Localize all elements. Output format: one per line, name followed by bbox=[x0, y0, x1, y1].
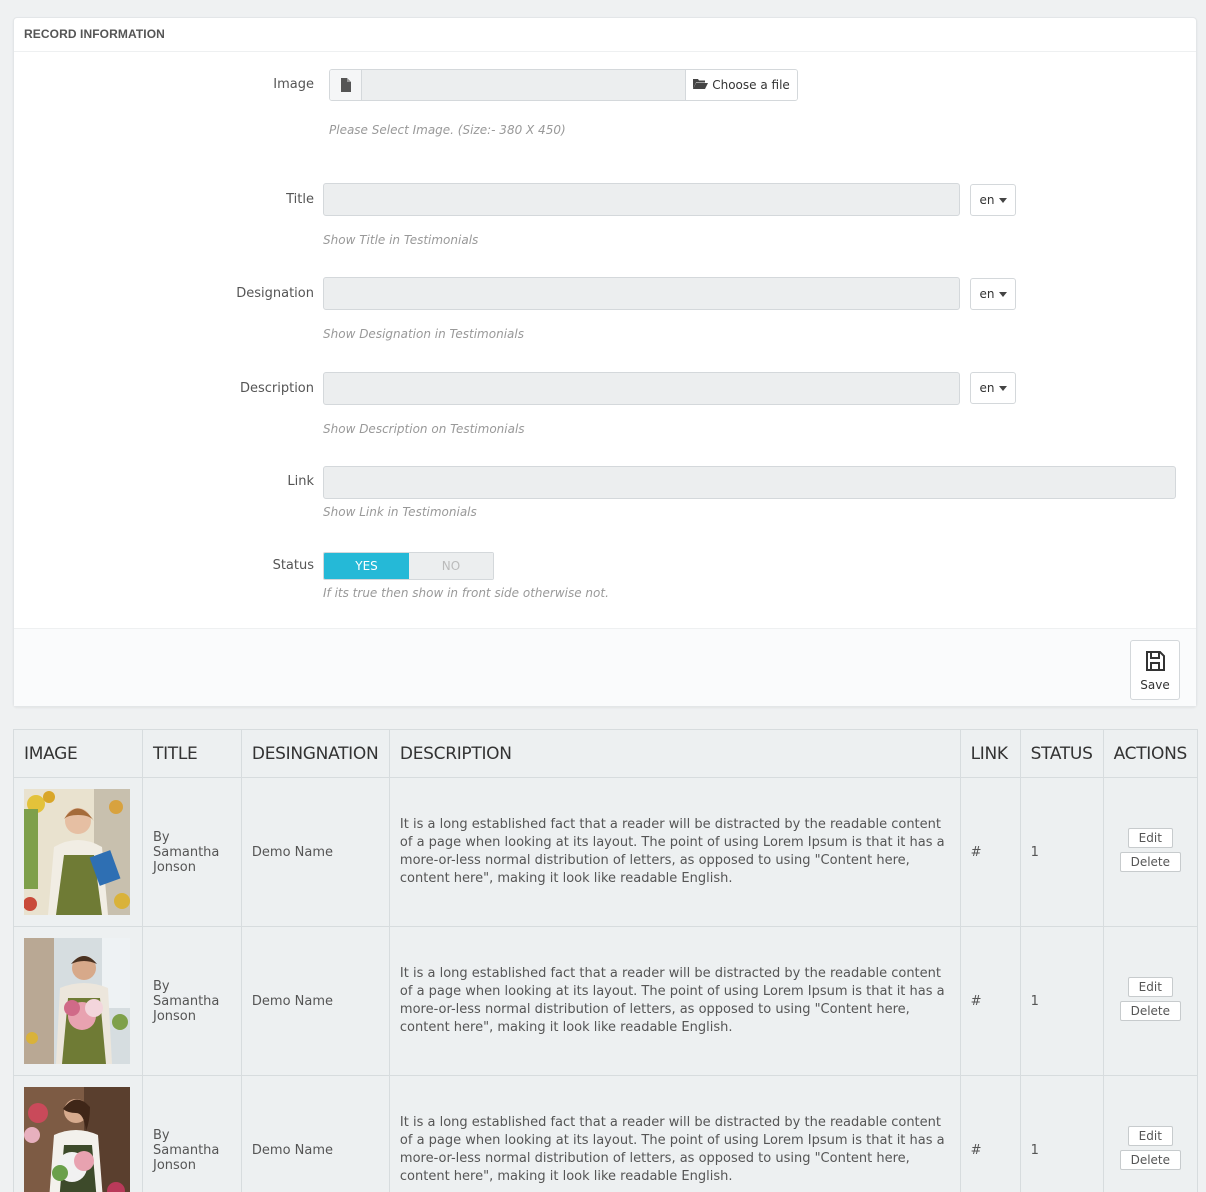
image-cell bbox=[13, 1075, 143, 1192]
caret-down-icon bbox=[998, 385, 1007, 391]
link-input[interactable] bbox=[323, 466, 1176, 499]
status-cell: 1 bbox=[1019, 926, 1104, 1076]
link-cell: # bbox=[959, 1075, 1021, 1192]
testimonial-photo bbox=[24, 1087, 130, 1192]
description-label: Description bbox=[239, 381, 314, 396]
title-lang-label: en bbox=[979, 193, 995, 207]
status-label: Status bbox=[272, 558, 314, 573]
status-help: If its true then show in front side othe… bbox=[323, 586, 609, 600]
status-no-option[interactable]: NO bbox=[409, 553, 493, 579]
designation-label: Designation bbox=[236, 286, 314, 301]
link-label: Link bbox=[287, 474, 314, 489]
designation-cell: Demo Name bbox=[240, 926, 390, 1076]
image-cell bbox=[13, 777, 143, 927]
image-label: Image bbox=[273, 77, 314, 92]
save-label: Save bbox=[1140, 677, 1170, 692]
table-row: By Samantha Jonson Demo Name It is a lon… bbox=[13, 1075, 1199, 1192]
description-cell: It is a long established fact that a rea… bbox=[388, 926, 961, 1076]
description-input[interactable] bbox=[323, 372, 960, 405]
image-help: Please Select Image. (Size:- 380 X 450) bbox=[329, 123, 566, 137]
link-cell: # bbox=[959, 777, 1021, 927]
title-cell: By Samantha Jonson bbox=[141, 777, 242, 927]
description-cell: It is a long established fact that a rea… bbox=[388, 777, 961, 927]
header-link: LINK bbox=[959, 729, 1021, 778]
testimonial-photo bbox=[24, 789, 130, 915]
designation-lang-label: en bbox=[979, 287, 995, 301]
delete-button[interactable]: Delete bbox=[1119, 1001, 1182, 1021]
designation-input[interactable] bbox=[323, 277, 960, 310]
description-help: Show Description on Testimonials bbox=[323, 422, 525, 436]
actions-cell: Edit Delete bbox=[1102, 777, 1199, 927]
choose-file-label: Choose a file bbox=[712, 78, 790, 92]
edit-button[interactable]: Edit bbox=[1127, 1126, 1173, 1146]
status-cell: 1 bbox=[1019, 777, 1104, 927]
actions-cell: Edit Delete bbox=[1102, 1075, 1199, 1192]
image-file-field[interactable] bbox=[362, 70, 685, 100]
title-help: Show Title in Testimonials bbox=[323, 233, 479, 247]
status-cell: 1 bbox=[1019, 1075, 1104, 1192]
folder-open-icon bbox=[693, 78, 709, 93]
caret-down-icon bbox=[998, 197, 1007, 203]
header-description: DESCRIPTION bbox=[388, 729, 961, 778]
header-title: TITLE bbox=[141, 729, 242, 778]
status-switch[interactable]: YES NO bbox=[323, 552, 494, 580]
title-cell: By Samantha Jonson bbox=[141, 1075, 242, 1192]
description-language-dropdown[interactable]: en bbox=[970, 372, 1016, 404]
edit-button[interactable]: Edit bbox=[1127, 977, 1173, 997]
header-designation: DESINGNATION bbox=[240, 729, 390, 778]
designation-language-dropdown[interactable]: en bbox=[970, 278, 1016, 310]
image-cell bbox=[13, 926, 143, 1076]
link-help: Show Link in Testimonials bbox=[323, 505, 477, 519]
table-row: By Samantha Jonson Demo Name It is a lon… bbox=[13, 777, 1199, 927]
panel-footer: Save bbox=[14, 628, 1196, 706]
caret-down-icon bbox=[998, 291, 1007, 297]
title-language-dropdown[interactable]: en bbox=[970, 184, 1016, 216]
description-lang-label: en bbox=[979, 381, 995, 395]
actions-cell: Edit Delete bbox=[1102, 926, 1199, 1076]
link-cell: # bbox=[959, 926, 1021, 1076]
description-cell: It is a long established fact that a rea… bbox=[388, 1075, 961, 1192]
status-yes-option[interactable]: YES bbox=[324, 553, 409, 579]
record-information-panel: RECORD INFORMATION Image Choose a file P… bbox=[13, 17, 1197, 707]
testimonials-table: IMAGE TITLE DESINGNATION DESCRIPTION LIN… bbox=[13, 729, 1199, 1192]
testimonial-photo bbox=[24, 938, 130, 1064]
table-row: By Samantha Jonson Demo Name It is a lon… bbox=[13, 926, 1199, 1076]
designation-help: Show Designation in Testimonials bbox=[323, 327, 524, 341]
edit-button[interactable]: Edit bbox=[1127, 828, 1173, 848]
header-actions: ACTIONS bbox=[1102, 729, 1199, 778]
title-cell: By Samantha Jonson bbox=[141, 926, 242, 1076]
delete-button[interactable]: Delete bbox=[1119, 1150, 1182, 1170]
file-icon bbox=[330, 70, 362, 100]
delete-button[interactable]: Delete bbox=[1119, 852, 1182, 872]
save-button[interactable]: Save bbox=[1130, 640, 1180, 700]
designation-cell: Demo Name bbox=[240, 777, 390, 927]
header-status: STATUS bbox=[1019, 729, 1104, 778]
designation-cell: Demo Name bbox=[240, 1075, 390, 1192]
image-file-input-group[interactable]: Choose a file bbox=[329, 69, 798, 101]
title-label: Title bbox=[286, 192, 314, 207]
header-image: IMAGE bbox=[13, 729, 143, 778]
save-icon bbox=[1143, 649, 1167, 676]
panel-heading: RECORD INFORMATION bbox=[14, 18, 1196, 52]
table-header-row: IMAGE TITLE DESINGNATION DESCRIPTION LIN… bbox=[13, 729, 1199, 778]
title-input[interactable] bbox=[323, 183, 960, 216]
choose-file-button[interactable]: Choose a file bbox=[685, 70, 797, 100]
